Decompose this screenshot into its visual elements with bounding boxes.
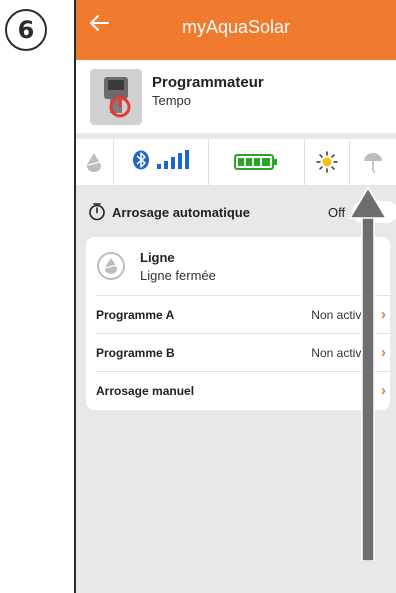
- timer-icon: [88, 203, 106, 221]
- line-card: Ligne Ligne fermée Programme A Non activ…: [86, 237, 390, 410]
- manual-watering-row[interactable]: Arrosage manuel ›: [96, 371, 390, 409]
- line-valve-icon: [96, 251, 126, 281]
- program-a-label: Programme A: [96, 308, 175, 322]
- app-header: myAquaSolar: [76, 0, 396, 60]
- step-number-badge: 6: [5, 9, 47, 51]
- auto-watering-label: Arrosage automatique: [112, 205, 250, 220]
- manual-watering-label: Arrosage manuel: [96, 384, 195, 398]
- device-name: Programmateur: [152, 74, 264, 91]
- device-icon: [90, 69, 142, 125]
- device-model: Tempo: [152, 93, 192, 108]
- app-title: myAquaSolar: [181, 17, 291, 37]
- annotation-up-arrow-icon: [348, 186, 388, 561]
- water-drop-icon: [76, 139, 114, 185]
- program-a-row[interactable]: Programme A Non activé ›: [96, 295, 390, 333]
- status-bar: [76, 139, 396, 185]
- bluetooth-icon: [132, 150, 150, 175]
- umbrella-icon: [350, 139, 396, 185]
- auto-watering-status: Off: [328, 205, 346, 220]
- battery-icon: [209, 139, 305, 185]
- program-b-label: Programme B: [96, 346, 175, 360]
- signal-bars-icon: [156, 149, 190, 175]
- sun-icon: [305, 139, 351, 185]
- connectivity-group: [114, 139, 210, 185]
- program-b-row[interactable]: Programme B Non activé ›: [96, 333, 390, 371]
- line-title: Ligne: [140, 250, 175, 265]
- device-card[interactable]: Programmateur Tempo: [76, 60, 396, 133]
- line-status: Ligne fermée: [140, 268, 216, 283]
